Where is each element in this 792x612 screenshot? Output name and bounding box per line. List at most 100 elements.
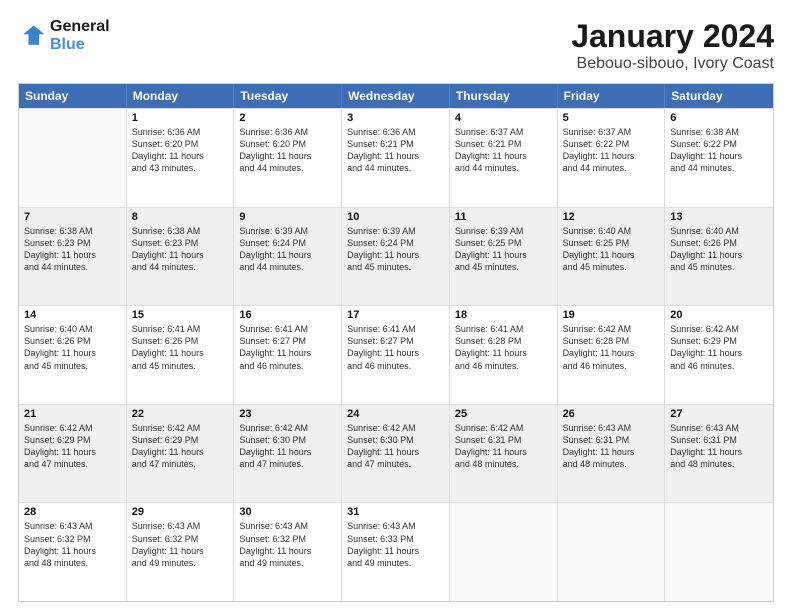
- weekday-header: Wednesday: [342, 84, 450, 108]
- day-info: Sunrise: 6:43 AM Sunset: 6:31 PM Dayligh…: [563, 422, 660, 471]
- day-number: 28: [24, 506, 121, 518]
- calendar-cell: 6 Sunrise: 6:38 AM Sunset: 6:22 PM Daylig…: [665, 109, 773, 207]
- calendar-header: SundayMondayTuesdayWednesdayThursdayFrid…: [19, 84, 773, 108]
- day-info: Sunrise: 6:43 AM Sunset: 6:31 PM Dayligh…: [670, 422, 768, 471]
- day-info: Sunrise: 6:42 AM Sunset: 6:30 PM Dayligh…: [239, 422, 336, 471]
- day-info: Sunrise: 6:41 AM Sunset: 6:26 PM Dayligh…: [132, 323, 229, 372]
- day-info: Sunrise: 6:39 AM Sunset: 6:24 PM Dayligh…: [347, 225, 444, 274]
- calendar-cell: 12 Sunrise: 6:40 AM Sunset: 6:25 PM Dayli…: [558, 208, 666, 306]
- day-number: 12: [563, 211, 660, 223]
- day-number: 6: [670, 112, 768, 124]
- day-number: 17: [347, 309, 444, 321]
- day-number: 15: [132, 309, 229, 321]
- calendar-week: 14 Sunrise: 6:40 AM Sunset: 6:26 PM Dayli…: [19, 305, 773, 404]
- calendar: SundayMondayTuesdayWednesdayThursdayFrid…: [18, 83, 774, 602]
- day-number: 31: [347, 506, 444, 518]
- calendar-week: 7 Sunrise: 6:38 AM Sunset: 6:23 PM Daylig…: [19, 207, 773, 306]
- calendar-cell: [665, 503, 773, 601]
- day-info: Sunrise: 6:38 AM Sunset: 6:23 PM Dayligh…: [24, 225, 121, 274]
- day-number: 30: [239, 506, 336, 518]
- day-info: Sunrise: 6:39 AM Sunset: 6:24 PM Dayligh…: [239, 225, 336, 274]
- calendar-cell: [19, 109, 127, 207]
- day-info: Sunrise: 6:41 AM Sunset: 6:27 PM Dayligh…: [347, 323, 444, 372]
- day-info: Sunrise: 6:42 AM Sunset: 6:29 PM Dayligh…: [132, 422, 229, 471]
- calendar-cell: 3Sunrise: 6:36 AM Sunset: 6:21 PM Daylig…: [342, 109, 450, 207]
- day-info: Sunrise: 6:42 AM Sunset: 6:29 PM Dayligh…: [24, 422, 121, 471]
- day-info: Sunrise: 6:38 AM Sunset: 6:22 PM Dayligh…: [670, 126, 768, 175]
- calendar-cell: 2 Sunrise: 6:36 AM Sunset: 6:20 PM Daylig…: [234, 109, 342, 207]
- day-number: 26: [563, 408, 660, 420]
- day-number: 16: [239, 309, 336, 321]
- calendar-cell: 24Sunrise: 6:42 AM Sunset: 6:30 PM Dayli…: [342, 405, 450, 503]
- calendar-week: 28 Sunrise: 6:43 AM Sunset: 6:32 PM Dayli…: [19, 502, 773, 601]
- day-info: Sunrise: 6:40 AM Sunset: 6:25 PM Dayligh…: [563, 225, 660, 274]
- day-info: Sunrise: 6:40 AM Sunset: 6:26 PM Dayligh…: [670, 225, 768, 274]
- day-number: 13: [670, 211, 768, 223]
- calendar-cell: 26 Sunrise: 6:43 AM Sunset: 6:31 PM Dayli…: [558, 405, 666, 503]
- page: General Blue January 2024 Bebouo-sibouo,…: [0, 0, 792, 612]
- calendar-cell: 28 Sunrise: 6:43 AM Sunset: 6:32 PM Dayli…: [19, 503, 127, 601]
- calendar-cell: 10Sunrise: 6:39 AM Sunset: 6:24 PM Dayli…: [342, 208, 450, 306]
- logo-icon: [18, 22, 46, 50]
- weekday-header: Monday: [127, 84, 235, 108]
- day-number: 22: [132, 408, 229, 420]
- calendar-cell: 13 Sunrise: 6:40 AM Sunset: 6:26 PM Dayli…: [665, 208, 773, 306]
- calendar-cell: 8 Sunrise: 6:38 AM Sunset: 6:23 PM Daylig…: [127, 208, 235, 306]
- day-number: 21: [24, 408, 121, 420]
- calendar-cell: [450, 503, 558, 601]
- day-number: 2: [239, 112, 336, 124]
- day-info: Sunrise: 6:42 AM Sunset: 6:29 PM Dayligh…: [670, 323, 768, 372]
- weekday-header: Friday: [558, 84, 666, 108]
- calendar-week: 1Sunrise: 6:36 AM Sunset: 6:20 PM Daylig…: [19, 108, 773, 207]
- day-info: Sunrise: 6:43 AM Sunset: 6:32 PM Dayligh…: [24, 520, 121, 569]
- calendar-week: 21 Sunrise: 6:42 AM Sunset: 6:29 PM Dayli…: [19, 404, 773, 503]
- day-number: 27: [670, 408, 768, 420]
- day-number: 7: [24, 211, 121, 223]
- weekday-header: Tuesday: [234, 84, 342, 108]
- day-info: Sunrise: 6:37 AM Sunset: 6:21 PM Dayligh…: [455, 126, 552, 175]
- calendar-cell: 19Sunrise: 6:42 AM Sunset: 6:28 PM Dayli…: [558, 306, 666, 404]
- day-info: Sunrise: 6:38 AM Sunset: 6:23 PM Dayligh…: [132, 225, 229, 274]
- calendar-cell: 21 Sunrise: 6:42 AM Sunset: 6:29 PM Dayli…: [19, 405, 127, 503]
- day-info: Sunrise: 6:41 AM Sunset: 6:28 PM Dayligh…: [455, 323, 552, 372]
- day-number: 18: [455, 309, 552, 321]
- calendar-cell: 30 Sunrise: 6:43 AM Sunset: 6:32 PM Dayli…: [234, 503, 342, 601]
- day-number: 4: [455, 112, 552, 124]
- weekday-header: Sunday: [19, 84, 127, 108]
- calendar-body: 1Sunrise: 6:36 AM Sunset: 6:20 PM Daylig…: [19, 108, 773, 601]
- day-number: 29: [132, 506, 229, 518]
- calendar-cell: 31 Sunrise: 6:43 AM Sunset: 6:33 PM Dayli…: [342, 503, 450, 601]
- day-number: 23: [239, 408, 336, 420]
- day-info: Sunrise: 6:43 AM Sunset: 6:33 PM Dayligh…: [347, 520, 444, 569]
- day-number: 8: [132, 211, 229, 223]
- calendar-cell: 16Sunrise: 6:41 AM Sunset: 6:27 PM Dayli…: [234, 306, 342, 404]
- title-block: January 2024 Bebouo-sibouo, Ivory Coast: [571, 18, 774, 73]
- day-number: 9: [239, 211, 336, 223]
- day-info: Sunrise: 6:37 AM Sunset: 6:22 PM Dayligh…: [563, 126, 660, 175]
- day-info: Sunrise: 6:36 AM Sunset: 6:21 PM Dayligh…: [347, 126, 444, 175]
- weekday-header: Thursday: [450, 84, 558, 108]
- day-info: Sunrise: 6:42 AM Sunset: 6:31 PM Dayligh…: [455, 422, 552, 471]
- calendar-cell: 27 Sunrise: 6:43 AM Sunset: 6:31 PM Dayli…: [665, 405, 773, 503]
- calendar-cell: 18 Sunrise: 6:41 AM Sunset: 6:28 PM Dayli…: [450, 306, 558, 404]
- day-info: Sunrise: 6:42 AM Sunset: 6:30 PM Dayligh…: [347, 422, 444, 471]
- calendar-cell: 15 Sunrise: 6:41 AM Sunset: 6:26 PM Dayli…: [127, 306, 235, 404]
- calendar-cell: 4 Sunrise: 6:37 AM Sunset: 6:21 PM Daylig…: [450, 109, 558, 207]
- weekday-header: Saturday: [665, 84, 773, 108]
- day-number: 20: [670, 309, 768, 321]
- day-info: Sunrise: 6:42 AM Sunset: 6:28 PM Dayligh…: [563, 323, 660, 372]
- calendar-cell: 25 Sunrise: 6:42 AM Sunset: 6:31 PM Dayli…: [450, 405, 558, 503]
- calendar-cell: 29Sunrise: 6:43 AM Sunset: 6:32 PM Dayli…: [127, 503, 235, 601]
- day-info: Sunrise: 6:40 AM Sunset: 6:26 PM Dayligh…: [24, 323, 121, 372]
- main-title: January 2024: [571, 18, 774, 55]
- day-number: 25: [455, 408, 552, 420]
- day-number: 14: [24, 309, 121, 321]
- day-info: Sunrise: 6:36 AM Sunset: 6:20 PM Dayligh…: [239, 126, 336, 175]
- calendar-cell: 9 Sunrise: 6:39 AM Sunset: 6:24 PM Daylig…: [234, 208, 342, 306]
- calendar-cell: [558, 503, 666, 601]
- calendar-cell: 14 Sunrise: 6:40 AM Sunset: 6:26 PM Dayli…: [19, 306, 127, 404]
- day-info: Sunrise: 6:43 AM Sunset: 6:32 PM Dayligh…: [239, 520, 336, 569]
- calendar-cell: 11Sunrise: 6:39 AM Sunset: 6:25 PM Dayli…: [450, 208, 558, 306]
- calendar-cell: 17 Sunrise: 6:41 AM Sunset: 6:27 PM Dayli…: [342, 306, 450, 404]
- subtitle: Bebouo-sibouo, Ivory Coast: [571, 55, 774, 73]
